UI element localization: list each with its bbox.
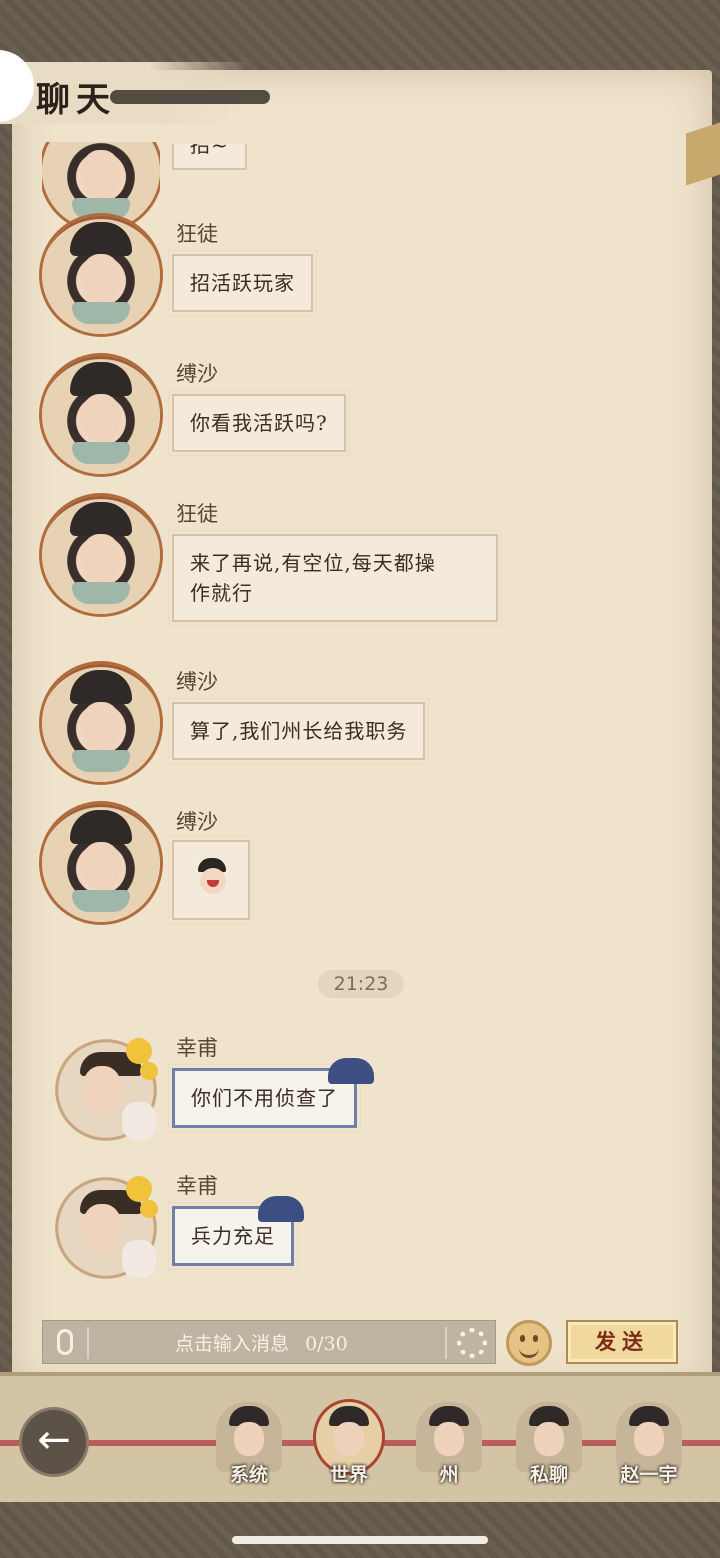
avatar-collar	[72, 582, 130, 604]
avatar-face	[81, 150, 121, 200]
page-title: 聊天	[36, 80, 116, 120]
gear-icon[interactable]	[457, 1328, 487, 1358]
tab-label: 世界	[329, 1464, 368, 1486]
rabbit-ornament	[122, 1102, 156, 1140]
avatar[interactable]	[42, 804, 160, 922]
message-text: 兵力充足	[191, 1224, 275, 1248]
input-placeholder: 点击输入消息 0/30	[175, 1329, 348, 1356]
message-bubble[interactable]: 招活跃玩家	[168, 250, 317, 316]
avatar-collar	[72, 750, 130, 772]
sender-name: 缚沙	[176, 810, 218, 834]
sender-name: 幸甫	[176, 1036, 218, 1060]
message-text: 你看我活跃吗?	[190, 411, 328, 435]
flower-ornament	[126, 1038, 152, 1064]
avatar[interactable]	[42, 664, 160, 782]
avatar-face	[81, 394, 121, 444]
message-text: 算了,我们州长给我职务	[190, 719, 408, 743]
avatar[interactable]	[52, 1174, 160, 1282]
flower-ornament	[126, 1176, 152, 1202]
avatar-hat	[70, 362, 132, 396]
rabbit-ornament	[122, 1240, 156, 1278]
message-bubble[interactable]: 你看我活跃吗?	[168, 390, 350, 456]
message-input[interactable]: 点击输入消息 0/30	[42, 1320, 496, 1364]
avatar-collar	[72, 442, 130, 464]
message-bubble[interactable]: 来了再说,有空位,每天都操 作就行	[168, 530, 502, 626]
sender-name: 缚沙	[176, 670, 218, 694]
timestamp-divider: 21:23	[318, 970, 404, 998]
smiling-character-emoji	[192, 858, 232, 898]
avatar-face	[82, 1066, 122, 1116]
microphone-icon[interactable]	[57, 1329, 73, 1355]
tab-label: 私聊	[529, 1464, 568, 1486]
tab-label: 赵一宇	[620, 1464, 678, 1486]
avatar-face	[81, 254, 121, 304]
avatar-face	[81, 842, 121, 892]
avatar-hat	[70, 810, 132, 844]
bubble-hat-ornament	[258, 1196, 304, 1222]
tab-world[interactable]: 世界	[310, 1402, 388, 1486]
placeholder-text: 点击输入消息	[175, 1333, 290, 1355]
message-text-line: 作就行	[190, 581, 253, 605]
tab-label: 系统	[229, 1464, 268, 1486]
avatar-face	[82, 1204, 122, 1254]
avatar[interactable]	[52, 1036, 160, 1144]
tab-contact[interactable]: 赵一宇	[610, 1402, 688, 1486]
avatar-face	[81, 702, 121, 752]
send-button[interactable]: 发送	[566, 1320, 678, 1364]
sender-name: 狂徒	[176, 502, 218, 526]
sender-name: 幸甫	[176, 1174, 218, 1198]
tab-label: 州	[439, 1464, 459, 1486]
header-ink-line	[110, 90, 270, 104]
avatar-hat	[70, 222, 132, 256]
avatar[interactable]	[42, 216, 160, 334]
message-bubble[interactable]: 算了,我们州长给我职务	[167, 698, 430, 764]
home-indicator[interactable]	[232, 1536, 488, 1544]
emoji-bubble[interactable]	[168, 836, 254, 924]
tab-private-chat[interactable]: 私聊	[510, 1402, 588, 1486]
avatar-hat	[70, 502, 132, 536]
message-text-line: 来了再说,有空位,每天都操	[190, 551, 436, 575]
scroll-corner-decoration	[686, 122, 720, 186]
avatar-face	[81, 534, 121, 584]
character-counter: 0/30	[305, 1333, 348, 1355]
divider	[87, 1327, 89, 1359]
divider	[445, 1327, 447, 1359]
avatar[interactable]	[42, 496, 160, 614]
avatar-collar	[72, 890, 130, 912]
avatar-collar	[72, 302, 130, 324]
message-text: 招活跃玩家	[190, 271, 295, 295]
tab-state[interactable]: 州	[410, 1402, 488, 1486]
message-text: 你们不用侦查了	[191, 1086, 338, 1110]
tab-system[interactable]: 系统	[210, 1402, 288, 1486]
sender-name: 缚沙	[176, 362, 218, 386]
emoji-picker-icon[interactable]	[506, 1320, 552, 1366]
back-arrow-icon[interactable]: ←	[22, 1410, 86, 1474]
avatar[interactable]	[42, 356, 160, 474]
sender-name: 狂徒	[176, 222, 218, 246]
avatar-hat	[70, 670, 132, 704]
bubble-hat-ornament	[328, 1058, 374, 1084]
